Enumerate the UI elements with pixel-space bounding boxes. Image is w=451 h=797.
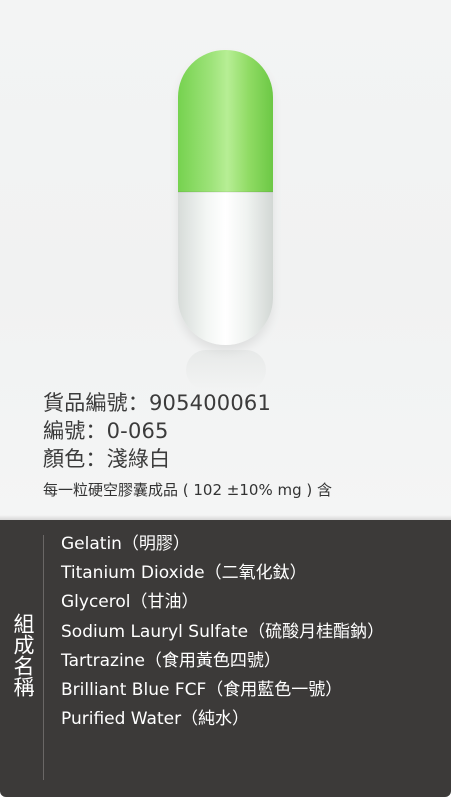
composition-divider: [43, 535, 44, 780]
capsule-reflection: [186, 350, 266, 390]
composition-label: 組成名稱: [11, 613, 35, 697]
ingredient-item: Purified Water（純水）: [61, 709, 250, 730]
capsule-top-half: [178, 50, 273, 192]
capsule: [178, 50, 273, 345]
product-color: 顏色：淺綠白: [43, 447, 171, 471]
capsule-weight-note: 每一粒硬空膠囊成品 ( 102 ±10% mg ) 含: [43, 481, 332, 499]
ingredient-item: Gelatin（明膠）: [61, 534, 190, 554]
ingredient-item: Titanium Dioxide（二氧化鈦）: [61, 563, 307, 584]
ingredient-list: Gelatin（明膠） Titanium Dioxide（二氧化鈦） Glyce…: [61, 530, 441, 734]
product-card: 貨品編號：905400061 編號：0-065 顏色：淺綠白 每一粒硬空膠囊成品…: [0, 0, 451, 797]
item-number: 貨品編號：905400061: [43, 391, 272, 415]
product-info: 貨品編號：905400061 編號：0-065 顏色：淺綠白 每一粒硬空膠囊成品…: [43, 389, 443, 501]
ingredient-item: Glycerol（甘油）: [61, 592, 199, 613]
capsule-bottom-half: [178, 192, 273, 345]
capsule-seam: [178, 191, 273, 193]
ingredient-item: Brilliant Blue FCF（食用藍色一號）: [61, 679, 343, 700]
product-code: 編號：0-065: [43, 419, 169, 443]
capsule-image: [178, 50, 273, 390]
ingredient-item: Tartrazine（食用黃色四號）: [61, 650, 281, 671]
ingredient-item: Sodium Lauryl Sulfate（硫酸月桂酯鈉）: [61, 621, 385, 642]
product-image-panel: 貨品編號：905400061 編號：0-065 顏色：淺綠白 每一粒硬空膠囊成品…: [0, 0, 451, 520]
